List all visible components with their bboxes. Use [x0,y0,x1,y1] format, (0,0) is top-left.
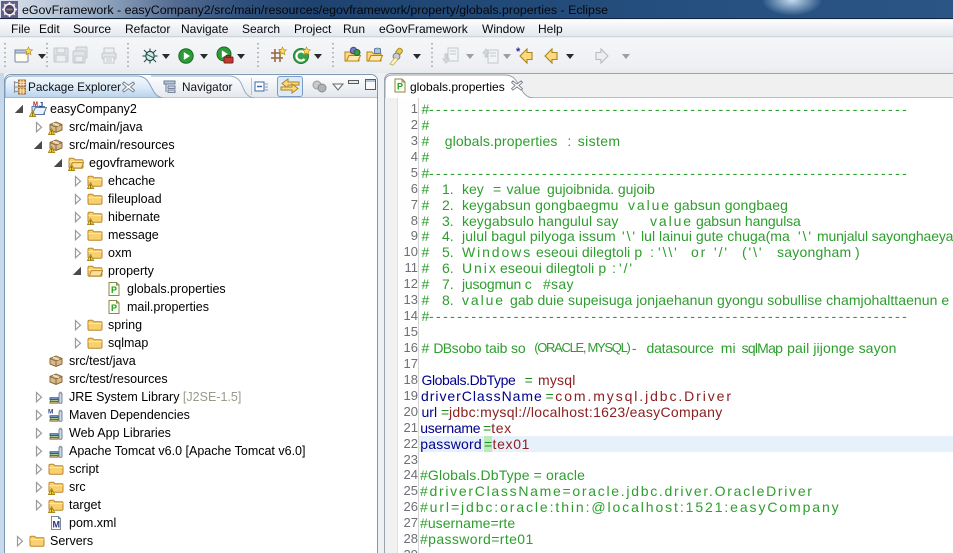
svg-text:M: M [33,102,38,108]
svg-text:P: P [111,303,117,313]
svg-text:J: J [39,101,43,109]
svg-text:M: M [48,409,53,416]
svg-text:P: P [397,82,403,92]
svg-text:M: M [53,520,61,530]
svg-text:P: P [111,285,117,295]
